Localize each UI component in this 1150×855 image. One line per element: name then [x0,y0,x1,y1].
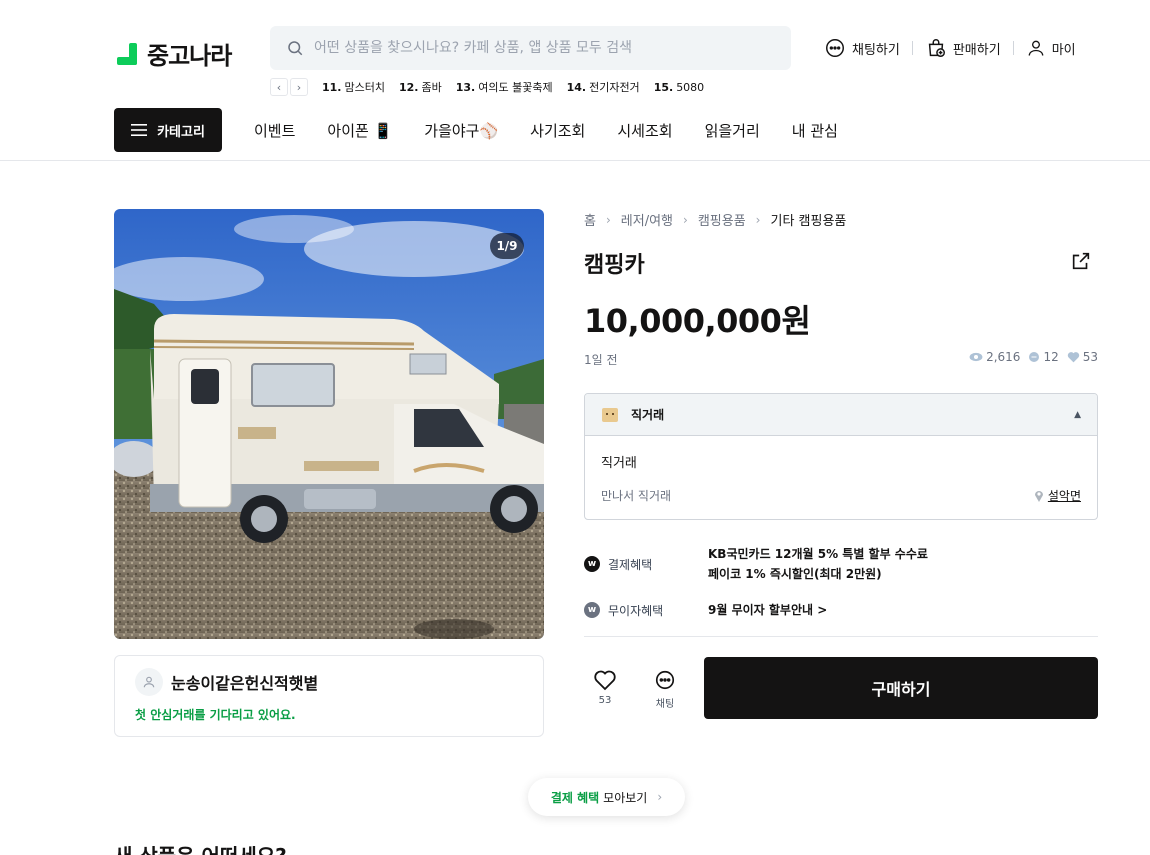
heart-icon [1067,352,1079,363]
image-counter: 1/9 [490,233,524,259]
user-icon [143,676,155,688]
header-actions: 채팅하기 판매하기 마이 [824,36,1076,60]
breadcrumb-camping[interactable]: 캠핑용품 [698,210,746,229]
chat-bubble-icon [655,670,675,690]
share-icon[interactable] [1070,250,1092,272]
search-icon [288,41,303,56]
like-count: 53 [598,695,612,706]
box-icon [602,407,618,422]
keyword-next-button[interactable]: › [290,78,308,96]
menu-icon [131,124,148,136]
search-input[interactable] [314,40,774,56]
chevron-right-icon: › [605,212,611,227]
popular-keywords: ‹ › 11. 맘스터치 12. 좀바 13. 여의도 불꽃축제 14. 전기자전거 1… [270,78,704,96]
eye-icon [969,352,983,362]
keyword-item[interactable]: 12. 좀바 [399,79,442,95]
logo-text: 중고나라 [147,42,232,70]
logo-mark-icon [117,42,139,65]
heart-icon [594,670,616,691]
deal-method-toggle[interactable]: 직거래 ▲ [585,394,1097,436]
product-image[interactable]: 1/9 [114,209,544,639]
payment-benefit-label: 결제혜택 [608,557,653,572]
chevron-right-icon: › [683,212,688,227]
views-stat: 2,616 [969,350,1020,364]
deal-description: 만나서 직거래 [601,489,672,503]
interest-free-link[interactable]: 9월 무이자 할부안내 > [708,600,827,620]
main-nav: 카테고리 이벤트 아이폰 📱 가을야구⚾ 사기조회 시세조회 읽을거리 내 관심 [114,108,838,152]
product-title: 캠핑카 [584,253,645,278]
keyword-item[interactable]: 11. 맘스터치 [322,79,385,95]
breadcrumb-leisure[interactable]: 레저/여행 [621,210,673,229]
seller-card[interactable]: 눈송이같은헌신적햇볕 첫 안심거래를 기다리고 있어요. [114,655,544,737]
search-bar[interactable] [270,26,791,70]
sell-label: 판매하기 [952,42,1001,58]
nav-item-reading[interactable]: 읽을거리 [705,120,760,141]
avatar [135,668,163,696]
chevron-right-icon: › [755,212,761,227]
my-button[interactable]: 마이 [1026,38,1076,58]
chat-bubble-icon [1029,352,1040,362]
breadcrumb: 홈 › 레저/여행 › 캠핑용품 › 기타 캠핑용품 [584,210,846,230]
installment-logo-icon: w [584,602,600,618]
nav-item-iphone[interactable]: 아이폰 📱 [327,120,392,141]
breadcrumb-home[interactable]: 홈 [584,210,596,229]
chevron-right-icon: › [657,790,663,804]
likes-stat: 53 [1067,350,1098,364]
product-price: 10,000,000원 [584,302,811,340]
keyword-prev-button[interactable]: ‹ [270,78,288,96]
location-pin-icon [1034,491,1043,502]
caret-up-icon: ▲ [1074,410,1081,420]
category-label: 카테고리 [157,124,205,140]
nav-item-baseball[interactable]: 가을야구⚾ [424,120,498,141]
chat-button[interactable]: 채팅하기 [824,37,900,59]
buy-button[interactable]: 구매하기 [704,657,1098,719]
keyword-item[interactable]: 13. 여의도 불꽃축제 [456,79,553,95]
nav-item-fraud-check[interactable]: 사기조회 [530,120,585,141]
logo[interactable]: 중고나라 [117,36,232,71]
posted-time: 1일 전 [584,353,618,367]
header-divider [0,160,1150,161]
deal-method-panel: 직거래 ▲ 직거래 만나서 직거래 설악면 [584,393,1098,520]
sell-button[interactable]: 판매하기 [925,37,1001,59]
promo-highlight: 결제 혜택 [550,790,600,805]
keyword-item[interactable]: 14. 전기자전거 [567,79,640,95]
my-label: 마이 [1051,42,1076,58]
shopping-bag-plus-icon [928,39,945,57]
interest-free-benefit: w 무이자혜택 9월 무이자 할부안내 > [584,600,827,620]
payment-benefits-button[interactable]: 결제 혜택 모아보기 › [528,778,685,816]
keyword-item[interactable]: 15. 5080 [654,81,705,94]
chats-stat: 12 [1028,350,1059,364]
divider [584,636,1098,637]
seller-name: 눈송이같은헌신적햇볕 [171,674,319,693]
chat-action-button[interactable]: 채팅 [654,669,676,710]
deal-type: 직거래 [601,456,637,471]
chat-bubble-icon [826,39,844,57]
section-heading: 새 상품은 어떠세요? [114,840,287,855]
nav-item-event[interactable]: 이벤트 [254,120,295,141]
nav-item-interests[interactable]: 내 관심 [792,120,838,141]
interest-free-label: 무이자혜택 [608,603,664,618]
payment-benefit: w 결제혜택 KB국민카드 12개월 5% 특별 할부 수수료 페이코 1% 즉… [584,544,928,584]
deal-method-label: 직거래 [631,408,665,422]
breadcrumb-current[interactable]: 기타 캠핑용품 [770,210,846,229]
nav-item-price-check[interactable]: 시세조회 [617,120,672,141]
category-button[interactable]: 카테고리 [114,108,222,152]
chat-label: 채팅하기 [852,42,900,58]
user-icon [1028,40,1044,56]
payment-benefit-line2: 페이코 1% 즉시할인(최대 2만원) [708,567,882,581]
chat-action-label: 채팅 [655,699,675,710]
promo-text: 모아보기 [603,790,648,805]
seller-note: 첫 안심거래를 기다리고 있어요. [135,708,296,722]
camper-photo [114,209,544,639]
deal-location-link[interactable]: 설악면 [1034,487,1081,504]
payment-logo-icon: w [584,556,600,572]
payment-benefit-line1: KB국민카드 12개월 5% 특별 할부 수수료 [708,547,928,561]
product-stats: 2,616 12 53 [969,350,1098,364]
like-button[interactable]: 53 [593,669,617,706]
